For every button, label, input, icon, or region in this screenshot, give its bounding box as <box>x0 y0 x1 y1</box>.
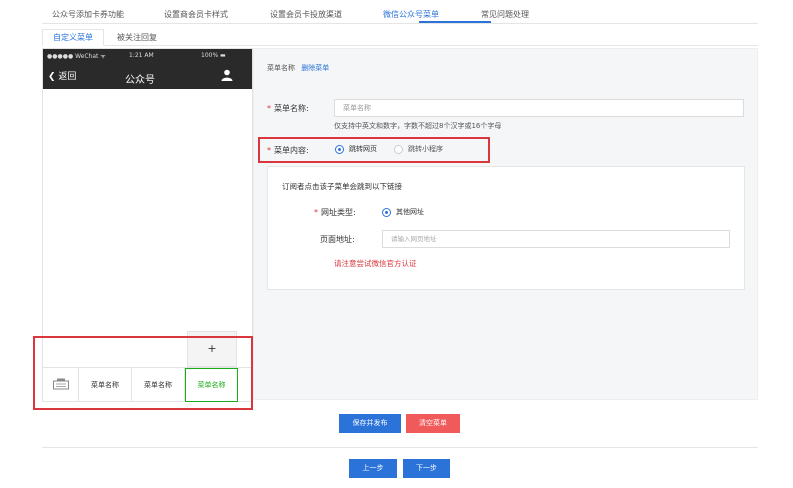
save-publish-button[interactable]: 保存并发布 <box>339 414 401 433</box>
highlight-box-menu-content <box>258 137 490 163</box>
tab-add-card-function[interactable]: 公众号添加卡券功能 <box>52 9 124 20</box>
top-tab-bar: 公众号添加卡券功能 设置商会员卡样式 设置会员卡投放渠道 微信公众号菜单 常见问… <box>42 0 758 24</box>
back-button[interactable]: ❮ 返回 <box>48 69 76 82</box>
page-url-input[interactable]: 请输入网页地址 <box>382 230 730 248</box>
url-type-label-text: 网址类型: <box>321 208 356 217</box>
menu-editor-panel: 菜单名称 删除菜单 * 菜单名称: 菜单名称 仅支持中英文和数字，字数不超过8个汉… <box>253 48 758 400</box>
panel-header-label: 菜单名称 <box>267 64 295 72</box>
tab-follow-reply[interactable]: 被关注回复 <box>106 29 168 46</box>
back-label: 返回 <box>58 72 77 82</box>
menu-name-label-text: 菜单名称: <box>274 104 309 113</box>
panel-header: 菜单名称 删除菜单 <box>267 63 329 73</box>
page-url-label: 页面地址: <box>320 235 355 244</box>
footer-divider <box>42 447 758 448</box>
status-time: 1:21 AM <box>129 52 154 59</box>
radio-selected-icon <box>382 207 391 217</box>
chevron-left-icon: ❮ <box>48 72 56 82</box>
delete-menu-link[interactable]: 删除菜单 <box>301 64 329 72</box>
url-type-label: * 网址类型: <box>314 207 356 218</box>
clear-menu-button[interactable]: 清空菜单 <box>406 414 460 433</box>
menu-name-input[interactable]: 菜单名称 <box>334 99 744 117</box>
tab-custom-menu[interactable]: 自定义菜单 <box>42 29 104 46</box>
required-mark: * <box>267 104 271 113</box>
required-mark: * <box>314 208 318 217</box>
menu-name-label: * 菜单名称: <box>267 103 309 114</box>
status-battery: 100% ▬ <box>201 52 226 59</box>
highlight-box-menu-bar <box>33 336 253 410</box>
next-step-button[interactable]: 下一步 <box>403 459 450 478</box>
active-tab-indicator <box>419 21 491 23</box>
phone-header: ●●●●● WeChat ᯤ 1:21 AM 100% ▬ ❮ 返回 公众号 <box>43 49 252 89</box>
phone-title: 公众号 <box>125 75 155 86</box>
user-icon[interactable] <box>221 69 233 81</box>
certification-warning: 请注意尝试微信官方认证 <box>334 259 417 268</box>
link-settings-box: 订阅者点击该子菜单会跳到以下链接 * 网址类型: 其他网址 页面地址: 请输入网页… <box>267 166 745 290</box>
radio-other-url-label: 其他网址 <box>396 208 424 216</box>
radio-other-url[interactable]: 其他网址 <box>382 207 424 217</box>
tab-faq[interactable]: 常见问题处理 <box>481 9 529 20</box>
tab-member-card-channel[interactable]: 设置会员卡投放渠道 <box>270 9 342 20</box>
link-box-title: 订阅者点击该子菜单会跳到以下链接 <box>282 182 402 191</box>
status-carrier: ●●●●● WeChat ᯤ <box>47 53 106 60</box>
prev-step-button[interactable]: 上一步 <box>349 459 397 478</box>
sub-tab-bar: 自定义菜单 被关注回复 <box>42 26 758 46</box>
menu-name-hint: 仅支持中英文和数字，字数不超过8个汉字或16个字母 <box>334 122 502 130</box>
tab-wechat-menu[interactable]: 微信公众号菜单 <box>383 9 439 20</box>
tab-member-card-style[interactable]: 设置商会员卡样式 <box>164 9 228 20</box>
